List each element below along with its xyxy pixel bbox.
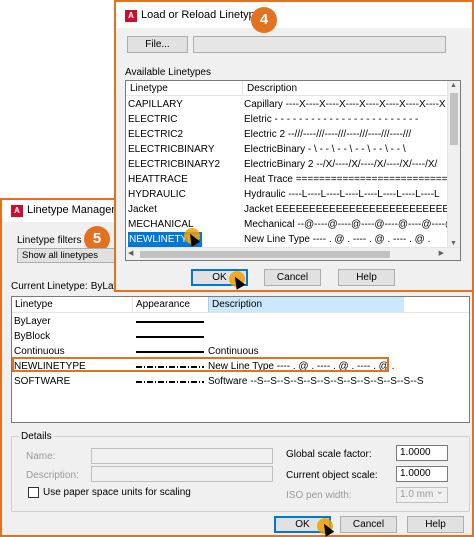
linetype-name: HEATTRACE [128,174,188,185]
linetype-list[interactable]: Linetype Appearance Description ByLayer … [11,296,470,423]
list-header: Linetype Description [126,81,448,96]
table-row[interactable]: Continuous Continuous [12,344,469,359]
linetype-description: ElectricBinary - \ - - \ - - \ - - \ - -… [244,144,406,155]
linetype-description: Jacket EEEEEEEEEEEEEEEEEEEEEEEEEEEEEEEEE… [244,204,448,215]
list-item[interactable]: HEATTRACE Heat Trace ===================… [126,172,448,187]
step-badge: 4 [251,7,277,33]
available-linetypes-label: Available Linetypes [125,67,211,78]
help-button[interactable]: Help [407,516,464,533]
linetype-description: Heat Trace =============================… [244,174,448,185]
linetype-name: SOFTWARE [14,376,71,387]
object-scale-label: Current object scale: [286,470,378,481]
help-button[interactable]: Help [338,269,395,286]
column-header-appearance[interactable]: Appearance [132,297,208,312]
scroll-left-icon[interactable]: ◀ [128,249,133,257]
linetype-name: ELECTRICBINARY [128,144,215,155]
name-label: Name: [26,451,56,462]
linetype-preview [136,381,204,383]
column-header-linetype[interactable]: Linetype [126,81,242,96]
list-item[interactable]: CAPILLARY Capillary ----X----X----X----X… [126,97,448,112]
list-item[interactable]: HYDRAULIC Hydraulic ----L----L----L----L… [126,187,448,202]
name-field [91,448,273,464]
paper-space-checkbox[interactable] [28,487,39,498]
linetype-name: HYDRAULIC [128,189,186,200]
column-header-description[interactable]: Description [208,297,404,312]
column-header-description[interactable]: Description [242,81,448,96]
linetype-description: Electric 2 --///----///----///----///---… [244,129,412,140]
linetype-description: Mechanical --@----@----@----@----@----@-… [244,219,448,230]
linetype-name: Continuous [14,346,65,357]
linetype-name: CAPILLARY [128,99,183,110]
cancel-button[interactable]: Cancel [340,516,397,533]
current-linetype: Current Linetype: ByLayer [11,281,130,292]
linetype-description: Eletric - - - - - - - - - - - - - - - - … [244,114,419,125]
autocad-logo-icon: A [11,205,23,217]
linetype-preview [136,366,204,368]
window-title: Linetype Manager [27,204,116,216]
title-bar: A Load or Reload Linetypes [116,2,472,28]
list-item-selected[interactable]: NEWLINETYPE New Line Type ---- . @ . ---… [126,232,448,247]
linetype-description: New Line Type ---- . @ . ---- . @ . ----… [208,361,395,372]
linetype-name: ELECTRIC [128,114,178,125]
linetype-filters-label: Linetype filters [17,235,82,246]
scrollbar-thumb[interactable] [140,251,390,258]
list-item[interactable]: ELECTRIC2 Electric 2 --///----///----///… [126,127,448,142]
file-path-field[interactable] [193,36,446,53]
iso-pen-width-label: ISO pen width: [286,490,352,501]
linetype-name: ELECTRICBINARY2 [128,159,221,170]
linetype-description: New Line Type ---- . @ . ---- . @ . ----… [244,234,431,245]
scrollbar-thumb[interactable] [450,93,458,145]
column-header-linetype[interactable]: Linetype [12,297,130,312]
list-item[interactable]: Jacket Jacket EEEEEEEEEEEEEEEEEEEEEEEEEE… [126,202,448,217]
linetype-preview [136,336,204,338]
linetype-name: ByLayer [14,316,51,327]
list-item[interactable]: ELECTRIC Eletric - - - - - - - - - - - -… [126,112,448,127]
paper-space-label: Use paper space units for scaling [43,487,191,498]
linetype-filter-dropdown[interactable]: Show all linetypes [17,248,115,263]
linetype-name: ELECTRIC2 [128,129,184,140]
linetype-description: Software --S--S--S--S--S--S--S--S--S--S-… [208,376,424,387]
iso-pen-width-dropdown: 1.0 mm [396,485,448,503]
list-item[interactable]: ELECTRICBINARY ElectricBinary - \ - - \ … [126,142,448,157]
scroll-down-icon[interactable]: ▼ [450,240,457,247]
horizontal-scrollbar[interactable]: ◀ ▶ [126,247,460,260]
table-row[interactable]: ByBlock [12,329,469,344]
load-linetypes-dialog: A Load or Reload Linetypes 4 File... Ava… [114,0,474,292]
table-row[interactable]: SOFTWARE Software --S--S--S--S--S--S--S-… [12,374,469,389]
list-item[interactable]: MECHANICAL Mechanical --@----@----@----@… [126,217,448,232]
linetype-description: Capillary ----X----X----X----X----X----X… [244,99,446,110]
linetype-preview [136,351,204,353]
table-row[interactable]: NEWLINETYPE New Line Type ---- . @ . ---… [12,359,469,374]
list-item[interactable]: ELECTRICBINARY2 ElectricBinary 2 --/X/--… [126,157,448,172]
linetype-preview [136,321,204,323]
details-label: Details [19,431,54,442]
linetype-name: ByBlock [14,331,51,342]
details-group: Details Name: Description: Use paper spa… [11,431,470,512]
available-linetypes-list[interactable]: Linetype Description CAPILLARY Capillary… [125,80,461,261]
linetype-name: Jacket [128,204,157,215]
linetype-description: Hydraulic ----L----L----L----L----L----L… [244,189,440,200]
description-field [91,466,273,482]
linetype-description: Continuous [208,346,259,357]
global-scale-label: Global scale factor: [286,449,372,460]
file-button[interactable]: File... [127,36,188,53]
current-linetype-label: Current Linetype: [11,281,88,292]
autocad-logo-icon: A [125,10,137,22]
global-scale-input[interactable]: 1.0000 [396,445,448,461]
description-label: Description: [26,470,79,481]
object-scale-input[interactable]: 1.0000 [396,466,448,482]
linetype-name: MECHANICAL [128,219,194,230]
scroll-right-icon[interactable]: ▶ [439,249,444,257]
list-header: Linetype Appearance Description [12,297,469,313]
linetype-description: ElectricBinary 2 --/X/----/X/----/X/----… [244,159,438,170]
vertical-scrollbar[interactable]: ▲ ▼ [447,81,460,248]
scroll-up-icon[interactable]: ▲ [450,82,457,89]
linetype-name: NEWLINETYPE [14,361,86,372]
table-row[interactable]: ByLayer [12,314,469,329]
cancel-button[interactable]: Cancel [264,269,321,286]
dialog-title: Load or Reload Linetypes [141,9,267,21]
